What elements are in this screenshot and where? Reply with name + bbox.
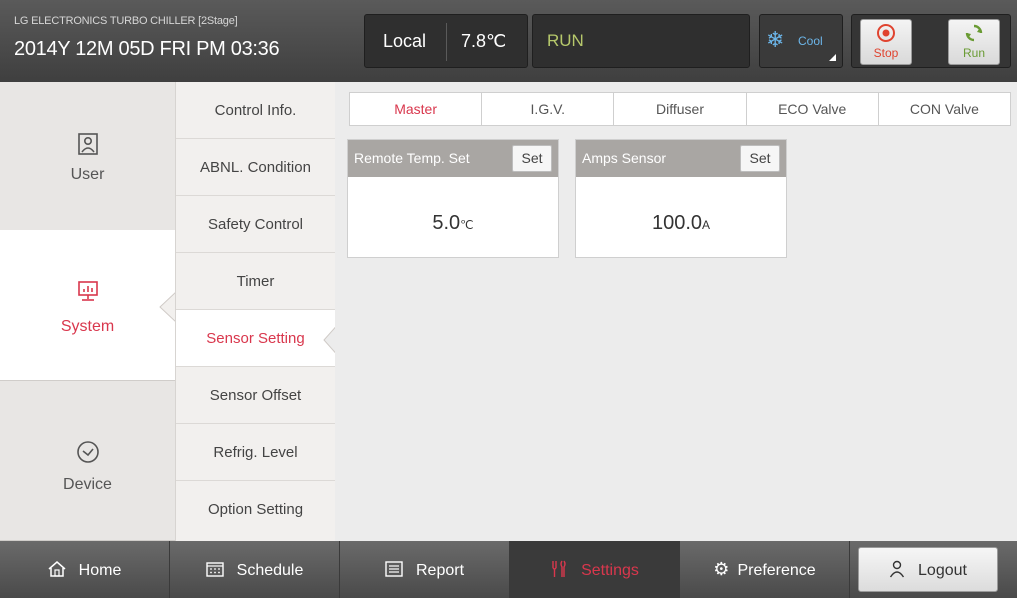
value-unit: ℃: [460, 218, 474, 232]
tab-master[interactable]: Master: [350, 93, 483, 125]
divider: [446, 23, 447, 61]
nav-label: Preference: [737, 562, 816, 579]
stop-button[interactable]: Stop: [860, 19, 912, 65]
nav-item-label: User: [70, 166, 105, 183]
submenu-sensor-setting[interactable]: Sensor Setting: [176, 310, 335, 367]
nav-home[interactable]: Home: [0, 541, 170, 598]
brand-label: LG ELECTRONICS TURBO CHILLER [2Stage]: [14, 15, 238, 27]
nav-item-user[interactable]: User: [0, 82, 175, 232]
nav-label: Logout: [918, 562, 967, 579]
status-panel: RUN: [532, 14, 750, 68]
submenu-control-info[interactable]: Control Info.: [176, 82, 335, 139]
user-icon: [0, 132, 175, 163]
stop-label: Stop: [873, 46, 899, 60]
control-buttons: Stop Run: [851, 14, 1011, 68]
tab-diffuser[interactable]: Diffuser: [614, 93, 747, 125]
operation-mode-select[interactable]: ❄ Cool: [759, 14, 843, 68]
amps-sensor-card: Amps Sensor Set 100.0A: [575, 139, 787, 258]
value-unit: A: [702, 218, 711, 232]
nav-label: Home: [78, 562, 122, 579]
main-panel: Master I.G.V. Diffuser ECO Valve CON Val…: [335, 82, 1017, 541]
logout-button[interactable]: Logout: [858, 547, 998, 592]
card-header: Amps Sensor Set: [576, 140, 786, 177]
active-pointer-icon: [159, 292, 176, 322]
nav-label: Report: [415, 562, 465, 579]
datetime-display: 2014Y 12M 05D FRI PM 03:36: [14, 38, 280, 60]
home-icon: [48, 559, 71, 579]
sub-menu: Control Info. ABNL. Condition Safety Con…: [175, 82, 335, 541]
tab-con-valve[interactable]: CON Valve: [878, 93, 1011, 125]
operation-mode-label: Cool: [798, 34, 823, 48]
set-button[interactable]: Set: [740, 145, 780, 172]
monitor-chart-icon: [0, 280, 175, 309]
set-button[interactable]: Set: [512, 145, 552, 172]
snowflake-icon: ❄: [766, 27, 785, 52]
category-nav: User System Device: [0, 82, 176, 541]
run-label: Run: [962, 46, 985, 60]
nav-report[interactable]: Report: [340, 541, 510, 598]
bottom-nav: Home Schedule Report Settings ⚙ Preferenc…: [0, 541, 1017, 598]
tab-eco-valve[interactable]: ECO Valve: [746, 93, 879, 125]
tab-bar: Master I.G.V. Diffuser ECO Valve CON Val…: [349, 92, 1011, 126]
submenu-option-setting[interactable]: Option Setting: [176, 481, 335, 541]
temperature-readout: 7.8℃: [461, 31, 507, 51]
calendar-icon: [205, 559, 229, 579]
nav-settings[interactable]: Settings: [510, 541, 680, 598]
list-icon: [385, 559, 408, 579]
submenu-safety-control[interactable]: Safety Control: [176, 196, 335, 253]
nav-preference[interactable]: ⚙ Preference: [680, 541, 850, 598]
nav-schedule[interactable]: Schedule: [170, 541, 340, 598]
submenu-timer[interactable]: Timer: [176, 253, 335, 310]
submenu-sensor-offset[interactable]: Sensor Offset: [176, 367, 335, 424]
nav-label: Schedule: [236, 562, 304, 579]
card-value: 5.0℃: [348, 212, 558, 235]
card-header: Remote Temp. Set Set: [348, 140, 558, 177]
card-title: Remote Temp. Set: [354, 150, 470, 166]
dropdown-corner-icon: [829, 54, 836, 61]
status-label: RUN: [547, 31, 584, 50]
card-title: Amps Sensor: [582, 150, 667, 166]
value-number: 100.0: [651, 212, 703, 234]
remote-temp-card: Remote Temp. Set Set 5.0℃: [347, 139, 559, 258]
tab-igv[interactable]: I.G.V.: [482, 93, 615, 125]
submenu-refrig-level[interactable]: Refrig. Level: [176, 424, 335, 481]
nav-item-label: System: [60, 318, 115, 335]
run-button[interactable]: Run: [948, 19, 1000, 65]
mode-label: Local: [383, 31, 427, 51]
submenu-abnl-condition[interactable]: ABNL. Condition: [176, 139, 335, 196]
tools-icon: [550, 559, 573, 579]
value-number: 5.0: [432, 212, 461, 234]
nav-item-system[interactable]: System: [0, 230, 175, 381]
gear-icon: ⚙: [713, 559, 730, 579]
card-value: 100.0A: [576, 212, 786, 235]
top-bar: LG ELECTRONICS TURBO CHILLER [2Stage] 20…: [0, 0, 1017, 82]
person-icon: [889, 559, 910, 579]
check-circle-icon: [0, 440, 175, 471]
mode-panel: Local 7.8℃: [364, 14, 528, 68]
nav-item-device[interactable]: Device: [0, 382, 175, 541]
nav-label: Settings: [581, 562, 639, 579]
nav-item-label: Device: [63, 476, 112, 493]
